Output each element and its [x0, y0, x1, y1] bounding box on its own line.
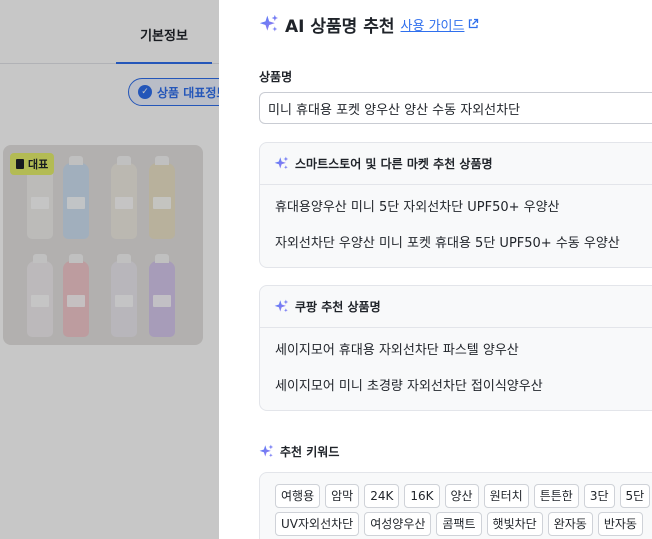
keywords-header: 추천 키워드 — [259, 443, 339, 460]
ai-name-panel: AI 상품명 추천 사용 가이드 상품명 스마트스토어 및 다른 마켓 추천 상… — [219, 0, 652, 539]
sparkle-icon — [259, 444, 274, 458]
recommended-name-item[interactable]: 세이지모어 휴대용 자외선차단 파스텔 양우산 — [260, 330, 652, 366]
keyword-row: 여행용 암막 24K 16K 양산 원터치 튼튼한 3단 5단 — [275, 484, 651, 508]
keyword-chip[interactable]: 원터치 — [483, 484, 529, 508]
recommended-name-item[interactable]: 세이지모어 미니 초경량 자외선차단 접이식양우산 — [260, 366, 652, 402]
recommended-name-item[interactable]: 휴대용양우산 미니 5단 자외선차단 UPF50+ 우양산 — [260, 187, 652, 223]
product-name-label: 상품명 — [259, 70, 293, 84]
product-name-input[interactable] — [259, 92, 652, 124]
smartstore-recommend-box: 스마트스토어 및 다른 마켓 추천 상품명 휴대용양우산 미니 5단 자외선차단… — [259, 142, 652, 268]
sparkle-icon — [274, 299, 289, 313]
keyword-chip[interactable]: 완자동 — [547, 512, 593, 536]
keyword-chip[interactable]: 양산 — [444, 484, 479, 508]
keyword-chip[interactable]: 3단 — [583, 484, 615, 508]
smartstore-recommend-title: 스마트스토어 및 다른 마켓 추천 상품명 — [295, 157, 493, 171]
keyword-chip[interactable]: UV자외선차단 — [275, 512, 360, 536]
keyword-chip[interactable]: 콤팩트 — [436, 512, 482, 536]
coupang-recommend-header: 쿠팡 추천 상품명 — [260, 286, 652, 328]
keyword-chip[interactable]: 여성양우산 — [364, 512, 432, 536]
guide-link[interactable]: 사용 가이드 — [401, 15, 480, 34]
panel-header: AI 상품명 추천 사용 가이드 — [259, 12, 480, 37]
keyword-chip[interactable]: 반자동 — [597, 512, 643, 536]
keyword-chip[interactable]: 여행용 — [275, 484, 321, 508]
keyword-chip[interactable]: 튼튼한 — [533, 484, 579, 508]
keyword-chip[interactable]: 16K — [404, 484, 440, 508]
keyword-chip[interactable]: 햇빛차단 — [486, 512, 543, 536]
keywords-title: 추천 키워드 — [280, 445, 340, 459]
panel-title: AI 상품명 추천 — [285, 16, 395, 37]
guide-link-label: 사용 가이드 — [400, 18, 465, 34]
external-link-icon — [469, 18, 479, 29]
keywords-box: 여행용 암막 24K 16K 양산 원터치 튼튼한 3단 5단 UV자외선차단 … — [259, 472, 652, 539]
keyword-chip[interactable]: 24K — [364, 484, 400, 508]
coupang-recommend-box: 쿠팡 추천 상품명 세이지모어 휴대용 자외선차단 파스텔 양우산 세이지모어 … — [259, 285, 652, 411]
smartstore-recommend-header: 스마트스토어 및 다른 마켓 추천 상품명 — [260, 143, 652, 185]
recommended-name-item[interactable]: 자외선차단 우양산 미니 포켓 휴대용 5단 UPF50+ 수동 우양산 — [260, 223, 652, 259]
keyword-chip[interactable]: 암막 — [325, 484, 360, 508]
sparkle-icon — [274, 156, 289, 170]
coupang-recommend-title: 쿠팡 추천 상품명 — [295, 300, 381, 314]
keyword-chip[interactable]: 5단 — [619, 484, 651, 508]
keyword-row: UV자외선차단 여성양우산 콤팩트 햇빛차단 완자동 반자동 — [275, 512, 643, 536]
sparkle-icon — [259, 14, 278, 32]
